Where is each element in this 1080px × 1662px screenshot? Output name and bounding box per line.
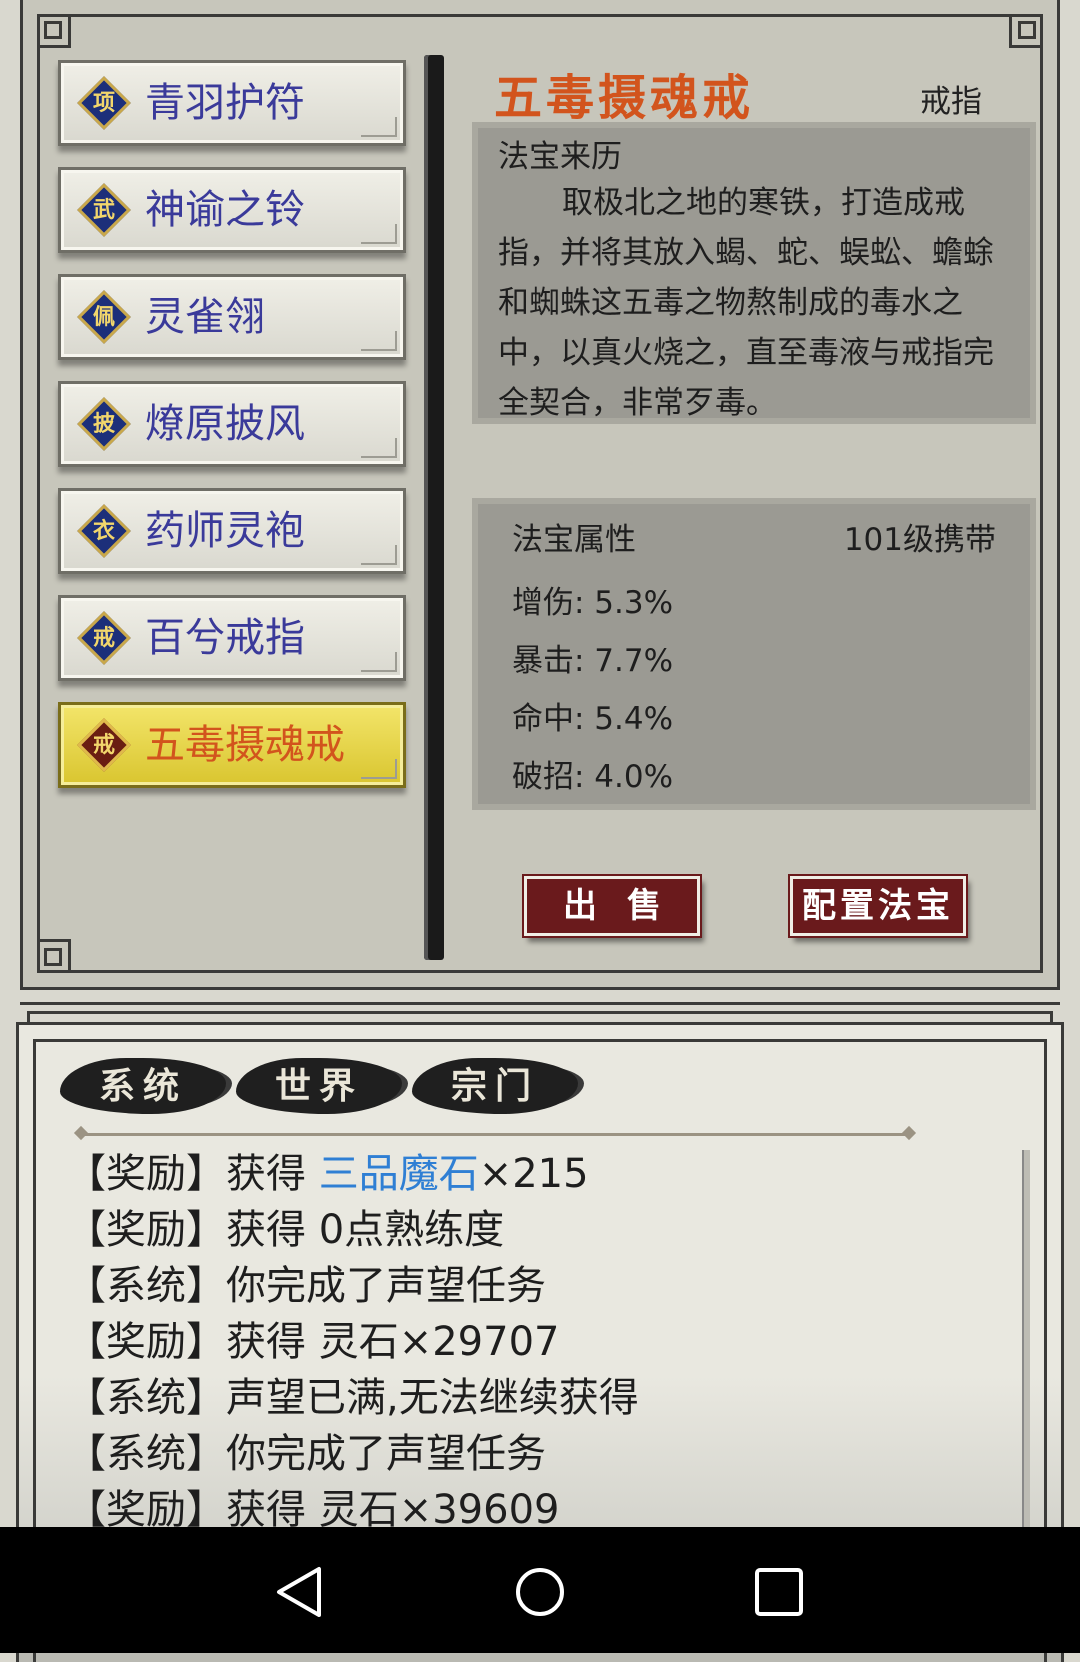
equip-treasure-button[interactable]: 配置法宝 <box>790 876 966 936</box>
treasure-item[interactable]: 项 青羽护符 <box>58 60 406 146</box>
treasure-item[interactable]: 披 燎原披风 <box>58 381 406 467</box>
item-label: 药师灵袍 <box>145 508 305 554</box>
corner-pattern-icon <box>361 224 397 244</box>
frame-corner-ornament <box>37 14 71 48</box>
chat-divider <box>80 1133 910 1136</box>
chat-messages: 【奖励】获得 三品魔石×215 【奖励】获得 0点熟练度 【系统】你完成了声望任… <box>66 1146 1006 1538</box>
tab-world[interactable]: 世界 <box>236 1058 402 1114</box>
frame-corner-ornament <box>1009 14 1043 48</box>
item-label: 五毒摄魂戒 <box>145 722 345 768</box>
chat-message: 【系统】声望已满,无法继续获得 <box>66 1375 639 1421</box>
item-label: 青羽护符 <box>145 80 305 126</box>
chat-message: 【奖励】获得 灵石×29707 <box>66 1319 560 1365</box>
chat-message: 【奖励】获得 0点熟练度 <box>66 1207 505 1253</box>
item-badge-glyph: 披 <box>92 411 115 437</box>
item-badge-glyph: 衣 <box>92 518 115 544</box>
home-circle-icon[interactable] <box>513 1565 567 1619</box>
item-badge-glyph: 戒 <box>92 732 115 758</box>
item-label: 灵雀翎 <box>145 294 265 340</box>
chat-tabs: 系统 世界 宗门 <box>60 1058 600 1118</box>
back-triangle-icon[interactable] <box>273 1565 327 1619</box>
chat-message: 【奖励】获得 三品魔石×215 <box>66 1151 589 1197</box>
tab-system[interactable]: 系统 <box>60 1058 226 1114</box>
corner-pattern-icon <box>361 545 397 565</box>
corner-pattern-icon <box>361 438 397 458</box>
origin-panel: 法宝来历 取极北之地的寒铁，打造成戒指，并将其放入蝎、蛇、蜈蚣、蟾蜍和蜘蛛这五毒… <box>478 128 1030 421</box>
item-badge-glyph: 项 <box>92 90 115 116</box>
chat-message: 【系统】你完成了声望任务 <box>66 1431 546 1477</box>
attribute-row: 破招: 4.0% <box>512 759 674 795</box>
attribute-row: 暴击: 7.7% <box>512 643 674 679</box>
attribute-row: 增伤: 5.3% <box>512 585 674 621</box>
treasure-item[interactable]: 衣 药师灵袍 <box>58 488 406 574</box>
chat-message: 【系统】你完成了声望任务 <box>66 1263 546 1309</box>
attributes-heading: 法宝属性 <box>512 522 636 558</box>
corner-pattern-icon <box>361 759 397 779</box>
sell-button[interactable]: 出售 <box>524 876 700 936</box>
required-level: 101级携带 <box>843 522 996 558</box>
attributes-panel: 法宝属性 101级携带 增伤: 5.3% 暴击: 7.7% 命中: 5.4% 破… <box>478 504 1030 804</box>
item-title: 五毒摄魂戒 <box>494 70 755 126</box>
item-type: 戒指 <box>920 84 982 120</box>
treasure-item[interactable]: 武 神谕之铃 <box>58 167 406 253</box>
item-link[interactable]: 三品魔石 <box>319 1151 479 1197</box>
system-navigation-bar <box>0 1527 1080 1653</box>
item-badge-glyph: 戒 <box>92 625 115 651</box>
frame-corner-ornament <box>37 939 71 973</box>
treasure-item[interactable]: 佩 灵雀翎 <box>58 274 406 360</box>
item-label: 燎原披风 <box>145 401 305 447</box>
origin-heading: 法宝来历 <box>498 139 622 175</box>
corner-pattern-icon <box>361 652 397 672</box>
origin-description: 取极北之地的寒铁，打造成戒指，并将其放入蝎、蛇、蜈蚣、蟾蜍和蜘蛛这五毒之物熬制成… <box>498 185 994 421</box>
treasure-item-selected[interactable]: 戒 五毒摄魂戒 <box>58 702 406 788</box>
corner-pattern-icon <box>361 117 397 137</box>
corner-pattern-icon <box>361 331 397 351</box>
item-badge-glyph: 武 <box>92 197 115 223</box>
tab-sect[interactable]: 宗门 <box>412 1058 578 1114</box>
item-badge-glyph: 佩 <box>92 304 115 330</box>
attribute-row: 命中: 5.4% <box>512 701 674 737</box>
treasure-item[interactable]: 戒 百兮戒指 <box>58 595 406 681</box>
item-label: 神谕之铃 <box>145 187 305 233</box>
treasure-list: 项 青羽护符 武 神谕之铃 佩 灵雀翎 披 燎原披风 衣 药师灵袍 戒 百兮戒指… <box>58 60 406 809</box>
recent-square-icon[interactable] <box>752 1565 806 1619</box>
item-label: 百兮戒指 <box>145 615 305 661</box>
list-scrollbar[interactable] <box>424 55 444 960</box>
